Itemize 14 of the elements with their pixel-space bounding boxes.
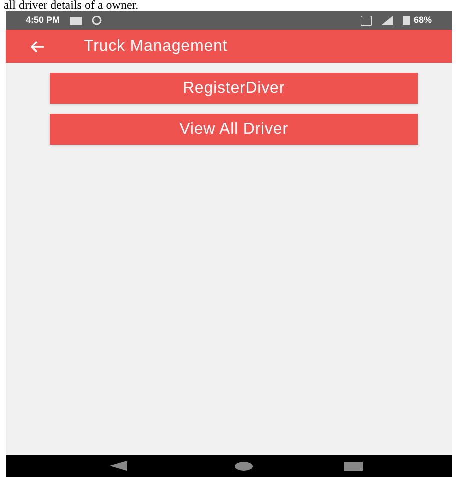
caption-text: all driver details of a owner. [4,0,139,11]
back-arrow-icon [31,40,45,52]
menu-button[interactable]: RegisterDiver [50,73,418,104]
battery-icon [402,16,410,25]
back-button[interactable] [30,38,46,54]
menu-button[interactable]: View All Driver [50,114,418,145]
battery-percent: 68% [414,14,432,27]
home-icon[interactable] [235,462,253,470]
back-triangle-icon[interactable] [110,461,127,471]
notification-icon [92,16,102,25]
signal-icon [382,16,393,25]
recents-icon[interactable] [344,462,363,470]
status-time: 4:50 PM [26,14,60,27]
app-title: Truck Management [84,36,228,56]
